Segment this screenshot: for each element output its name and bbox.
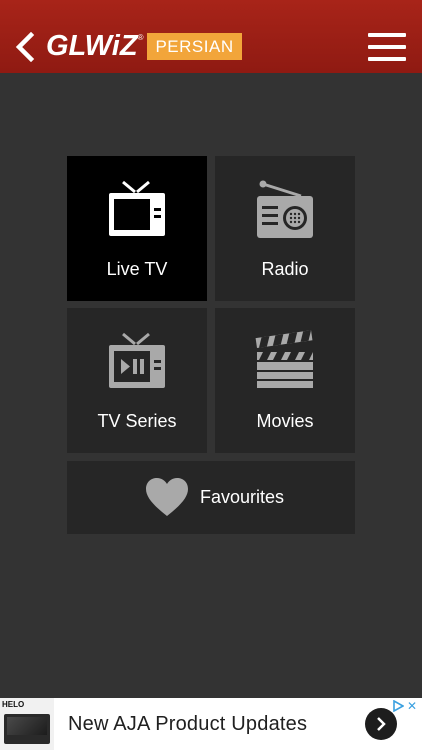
chevron-left-icon (15, 32, 35, 62)
tv-series-icon (109, 332, 165, 388)
adchoices-icon[interactable] (392, 700, 404, 712)
clapperboard-icon (255, 330, 313, 388)
ad-title[interactable]: New AJA Product Updates (68, 713, 307, 736)
tile-radio[interactable]: Radio (215, 156, 355, 301)
back-button[interactable] (12, 30, 38, 64)
favourites-label: Favourites (200, 487, 285, 507)
close-icon[interactable]: ✕ (407, 699, 417, 713)
tile-label: TV Series (97, 411, 177, 431)
tile-live-tv[interactable]: Live TV (67, 156, 207, 301)
ad-open-button[interactable] (365, 708, 397, 740)
app-header: GLWiZ ® PERSIAN (0, 0, 422, 73)
tile-movies[interactable]: Movies (215, 308, 355, 453)
tile-tv-series[interactable]: TV Series (67, 308, 207, 453)
tile-label: Movies (256, 411, 314, 431)
radio-icon (257, 180, 313, 238)
app-logo: GLWiZ ® PERSIAN (46, 31, 242, 61)
chevron-right-icon (377, 717, 386, 731)
tile-label: Live TV (106, 259, 168, 279)
tv-icon (109, 180, 165, 236)
menu-button[interactable] (368, 33, 406, 63)
tile-favourites[interactable]: Favourites (67, 461, 355, 534)
ad-thumbnail[interactable]: HELO (0, 698, 54, 750)
tile-label: Radio (261, 259, 309, 279)
logo-registered-mark: ® (137, 32, 144, 42)
ad-brand: HELO (2, 700, 25, 709)
ad-banner[interactable]: HELO New AJA Product Updates ✕ (0, 698, 422, 750)
language-badge: PERSIAN (147, 32, 242, 60)
hamburger-icon (368, 33, 406, 37)
logo-text: GLWiZ (46, 30, 138, 62)
heart-icon (146, 478, 188, 516)
ad-device-image (4, 714, 50, 744)
